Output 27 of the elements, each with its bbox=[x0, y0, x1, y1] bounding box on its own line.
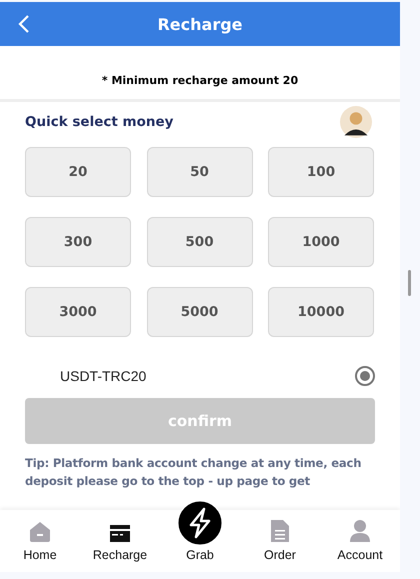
nav-tab[interactable]: Home bbox=[0, 510, 80, 572]
document-icon bbox=[270, 519, 290, 543]
page-title: Recharge bbox=[157, 14, 243, 34]
amount-option[interactable]: 20 bbox=[25, 147, 131, 197]
radio-button[interactable] bbox=[355, 366, 375, 386]
amount-option[interactable]: 5000 bbox=[146, 287, 252, 337]
nav-tab[interactable]: Recharge bbox=[80, 510, 160, 572]
amount-option[interactable]: 3000 bbox=[25, 287, 131, 337]
nav-tab[interactable]: Order bbox=[240, 510, 320, 572]
amount-option[interactable]: 50 bbox=[146, 147, 252, 197]
amount-option[interactable]: 10000 bbox=[268, 287, 374, 337]
back-icon[interactable] bbox=[18, 14, 30, 34]
user-icon bbox=[349, 519, 371, 543]
payment-method-label: USDT-TRC20 bbox=[60, 368, 146, 384]
nav-tab[interactable]: Grab bbox=[160, 500, 240, 572]
support-avatar-icon[interactable] bbox=[340, 106, 372, 138]
home-icon bbox=[29, 521, 51, 543]
nav-tab[interactable]: Account bbox=[320, 510, 400, 572]
minimum-amount-notice: * Minimum recharge amount 20 bbox=[100, 73, 300, 89]
amount-option[interactable]: 1000 bbox=[268, 217, 374, 267]
scrollbar[interactable] bbox=[408, 270, 411, 296]
card-icon bbox=[109, 523, 131, 543]
amount-option[interactable]: 300 bbox=[25, 217, 131, 267]
amount-option[interactable]: 500 bbox=[146, 217, 252, 267]
section-title: Quick select money bbox=[25, 114, 174, 130]
amount-option[interactable]: 100 bbox=[268, 147, 374, 197]
tip-text: Tip: Platform bank account change at any time, each deposit please go to the top - up page to get bbox=[25, 455, 362, 490]
